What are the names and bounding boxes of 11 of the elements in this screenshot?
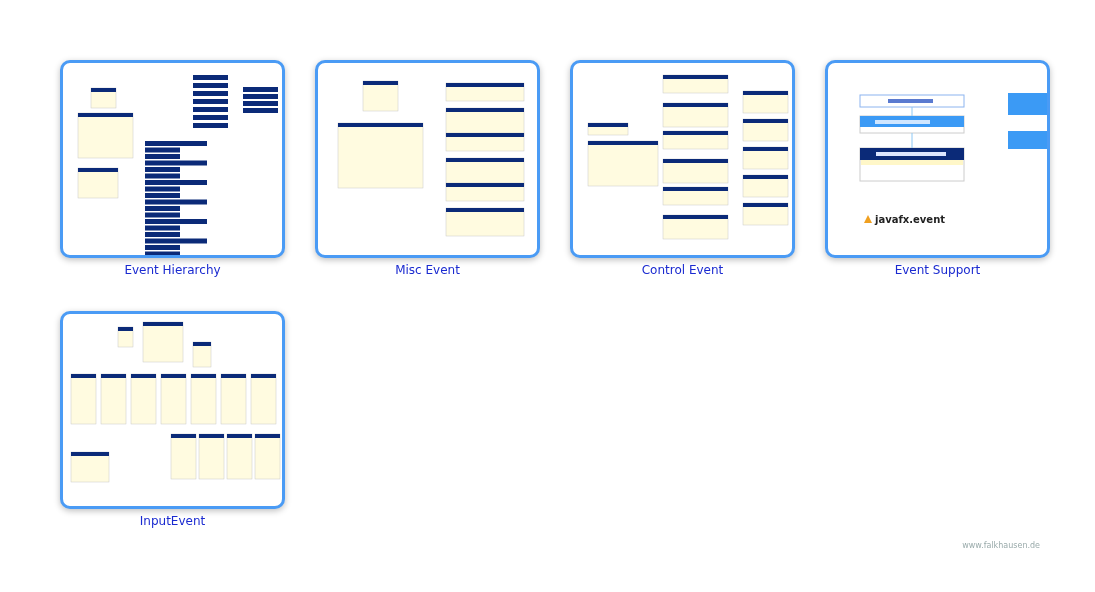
class-box-drawing — [1008, 93, 1047, 115]
package-icon — [864, 215, 872, 223]
diagram-title-link[interactable]: InputEvent — [139, 513, 206, 529]
diagram-title-link[interactable]: Event Hierarchy — [124, 262, 221, 278]
diagram-thumbnail[interactable]: javafx.event — [825, 60, 1050, 258]
diagram-title-link[interactable]: Event Support — [894, 262, 981, 278]
diagram-title-link[interactable]: Control Event — [641, 262, 724, 278]
class-box-drawing — [1008, 131, 1047, 149]
site-url: www.falkhausen.de — [962, 541, 1040, 550]
package-name: javafx.event — [875, 214, 946, 225]
diagram-title-link[interactable]: Misc Event — [395, 262, 460, 278]
